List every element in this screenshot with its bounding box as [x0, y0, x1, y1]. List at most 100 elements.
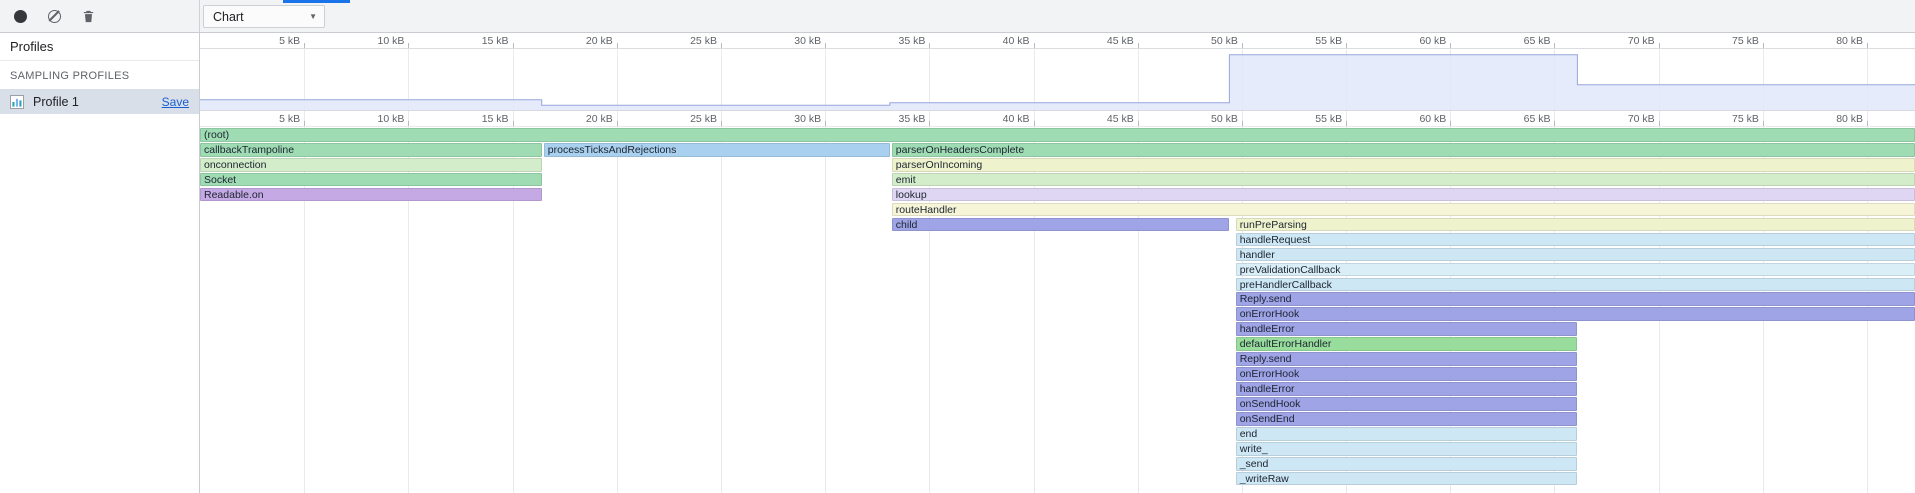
- flame-bar[interactable]: child: [892, 218, 1230, 232]
- clear-button[interactable]: [39, 2, 69, 30]
- ruler-tick-mark: [1034, 121, 1035, 126]
- ruler-tick-label: 10 kB: [332, 113, 404, 125]
- flame-bar[interactable]: parserOnIncoming: [892, 158, 1915, 172]
- delete-profile-button[interactable]: [73, 2, 103, 30]
- ruler-tick-mark: [408, 43, 409, 48]
- ruler-tick-label: 40 kB: [958, 113, 1030, 125]
- flame-bar[interactable]: Socket: [200, 173, 542, 187]
- flame-bar[interactable]: defaultErrorHandler: [1236, 337, 1578, 351]
- flame-bar[interactable]: lookup: [892, 188, 1915, 202]
- ruler-tick-mark: [513, 43, 514, 48]
- profile-name: Profile 1: [33, 95, 79, 109]
- flame-bar[interactable]: write_: [1236, 442, 1578, 456]
- ruler-tick-mark: [1659, 121, 1660, 126]
- ruler-tick-mark: [721, 43, 722, 48]
- ruler-tick-mark: [721, 121, 722, 126]
- memory-overview[interactable]: [200, 50, 1915, 110]
- main-area: Profiles SAMPLING PROFILES Profile 1 Sav…: [0, 33, 1915, 493]
- trash-icon: [82, 10, 95, 23]
- ruler-tick-label: 45 kB: [1062, 113, 1134, 125]
- profile-item[interactable]: Profile 1 Save: [0, 89, 199, 114]
- flame-bar[interactable]: preValidationCallback: [1236, 263, 1915, 277]
- ruler-tick-mark: [304, 121, 305, 126]
- flame-bar[interactable]: onSendEnd: [1236, 412, 1578, 426]
- flame-bar[interactable]: handleError: [1236, 382, 1578, 396]
- ruler-tick-label: 65 kB: [1478, 113, 1550, 125]
- profiles-panel-title: Profiles: [0, 33, 199, 61]
- flame-bar[interactable]: routeHandler: [892, 203, 1915, 217]
- ruler-tick-label: 75 kB: [1687, 35, 1759, 47]
- record-button[interactable]: [5, 2, 35, 30]
- ruler-tick-label: 10 kB: [332, 35, 404, 47]
- flame-bar[interactable]: processTicksAndRejections: [544, 143, 890, 157]
- ruler-tick-label: 75 kB: [1687, 113, 1759, 125]
- ruler-tick-mark: [1659, 43, 1660, 48]
- record-icon: [14, 10, 27, 23]
- ruler-tick-label: 40 kB: [958, 35, 1030, 47]
- flame-bar[interactable]: onconnection: [200, 158, 542, 172]
- ruler-tick-mark: [825, 121, 826, 126]
- ruler-tick-label: 60 kB: [1374, 35, 1446, 47]
- ruler-tick-mark: [617, 121, 618, 126]
- flame-frames: (root)callbackTrampolineprocessTicksAndR…: [200, 128, 1915, 493]
- flame-bar[interactable]: (root): [200, 128, 1915, 142]
- chevron-down-icon: ▼: [309, 12, 317, 21]
- ruler-tick-mark: [1034, 43, 1035, 48]
- flame-bar[interactable]: handleError: [1236, 322, 1578, 336]
- ruler-tick-label: 15 kB: [437, 113, 509, 125]
- ruler-tick-mark: [1346, 43, 1347, 48]
- flame-bar[interactable]: handler: [1236, 248, 1915, 262]
- clear-icon: [48, 10, 61, 23]
- ruler-tick-mark: [1867, 43, 1868, 48]
- ruler-tick-mark: [1242, 43, 1243, 48]
- ruler-tick-label: 55 kB: [1270, 113, 1342, 125]
- ruler-tick-mark: [929, 43, 930, 48]
- flame-bar[interactable]: parserOnHeadersComplete: [892, 143, 1915, 157]
- ruler-tick-label: 65 kB: [1478, 35, 1550, 47]
- ruler-tick-label: 5 kB: [228, 35, 300, 47]
- ruler-tick-mark: [617, 43, 618, 48]
- ruler-tick-mark: [1242, 121, 1243, 126]
- flame-bar[interactable]: Reply.send: [1236, 292, 1915, 306]
- flame-bar[interactable]: onErrorHook: [1236, 367, 1578, 381]
- flame-bar[interactable]: emit: [892, 173, 1915, 187]
- flame-bar[interactable]: onErrorHook: [1236, 307, 1915, 321]
- ruler-tick-mark: [1867, 121, 1868, 126]
- flame-bar[interactable]: handleRequest: [1236, 233, 1915, 247]
- size-ruler-top: 5 kB10 kB15 kB20 kB25 kB30 kB35 kB40 kB4…: [200, 33, 1915, 49]
- ruler-tick-label: 35 kB: [853, 113, 925, 125]
- flame-bar[interactable]: callbackTrampoline: [200, 143, 542, 157]
- ruler-tick-mark: [1554, 121, 1555, 126]
- ruler-tick-mark: [304, 43, 305, 48]
- ruler-tick-mark: [1450, 121, 1451, 126]
- ruler-tick-mark: [1138, 121, 1139, 126]
- save-link[interactable]: Save: [162, 95, 189, 109]
- flame-bar[interactable]: _send: [1236, 457, 1578, 471]
- ruler-tick-label: 45 kB: [1062, 35, 1134, 47]
- ruler-tick-label: 70 kB: [1583, 113, 1655, 125]
- toolbar-separator: [199, 0, 200, 32]
- ruler-tick-label: 30 kB: [749, 113, 821, 125]
- ruler-tick-label: 25 kB: [645, 113, 717, 125]
- ruler-tick-label: 60 kB: [1374, 113, 1446, 125]
- profile-icon: [10, 95, 24, 109]
- flame-bar[interactable]: Reply.send: [1236, 352, 1578, 366]
- flame-bar[interactable]: preHandlerCallback: [1236, 278, 1915, 292]
- chart-view-dropdown[interactable]: Chart ▼: [203, 5, 325, 28]
- flame-chart-pane: 5 kB 10 kB 15 kB 20 kB 25 kB 30 kB 35 kB 40 kB 4…: [200, 33, 1915, 493]
- ruler-tick-mark: [1763, 121, 1764, 126]
- ruler-tick-mark: [1138, 43, 1139, 48]
- flame-bar[interactable]: Readable.on: [200, 188, 542, 202]
- active-tab-indicator: [283, 0, 350, 3]
- ruler-tick-mark: [825, 43, 826, 48]
- flame-bar[interactable]: end: [1236, 427, 1578, 441]
- ruler-tick-label: 50 kB: [1166, 35, 1238, 47]
- flame-bar[interactable]: runPreParsing: [1236, 218, 1915, 232]
- ruler-tick-label: 80 kB: [1791, 35, 1863, 47]
- ruler-tick-mark: [1763, 43, 1764, 48]
- ruler-tick-label: 20 kB: [541, 113, 613, 125]
- ruler-tick-label: 30 kB: [749, 35, 821, 47]
- flame-bar[interactable]: onSendHook: [1236, 397, 1578, 411]
- ruler-tick-label: 20 kB: [541, 35, 613, 47]
- flame-bar[interactable]: _writeRaw: [1236, 472, 1578, 486]
